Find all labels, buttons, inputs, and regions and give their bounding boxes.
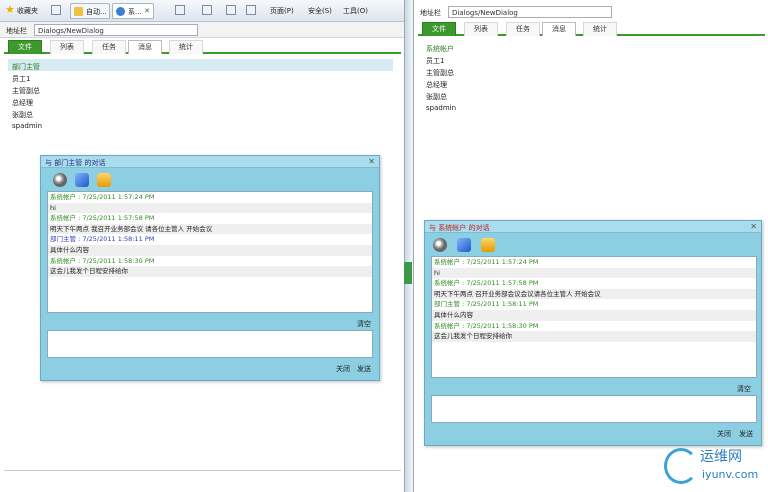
- site-watermark: 运维网 iyunv.com: [664, 446, 764, 488]
- ie-icon: [116, 7, 125, 16]
- close-button[interactable]: 关闭: [336, 364, 350, 374]
- send-button[interactable]: 发送: [739, 429, 753, 439]
- clear-button[interactable]: 清空: [357, 319, 371, 329]
- message-text: 这会儿我发个日程安排给你: [432, 331, 756, 342]
- app-tab-bar: 文件 列表 任务 消息 统计: [418, 20, 765, 36]
- dialog-title: 与 系统帐户 的对话: [429, 224, 490, 232]
- folder-icon[interactable]: [481, 238, 495, 252]
- contact-item[interactable]: 主管副总: [422, 65, 761, 77]
- chat-dialog: 与 系统帐户 的对话 ✕ 系统帐户 : 7/25/2011 1:57:24 PM…: [424, 220, 762, 446]
- address-label: 地址栏: [420, 9, 441, 17]
- contact-group-header[interactable]: 系统帐户: [422, 41, 761, 53]
- contact-item[interactable]: spadmin: [8, 119, 393, 131]
- message-history[interactable]: 系统帐户 : 7/25/2011 1:57:24 PM hi 系统帐户 : 7/…: [431, 256, 757, 378]
- message-text: 具体什么内容: [432, 309, 756, 321]
- contact-item[interactable]: 总经理: [8, 95, 393, 107]
- tab-messages[interactable]: 消息: [542, 22, 576, 36]
- divider-marker: [404, 262, 412, 284]
- watermark-cn: 运维网: [700, 449, 742, 465]
- browser-tab-label: 系...: [128, 8, 142, 16]
- left-browser-window: ★ 收藏夹 自动... 系... ✕ 页面(P) 安全(S) 工具(O) 地址栏…: [0, 0, 405, 492]
- send-button[interactable]: 发送: [357, 364, 371, 374]
- tab-tasks[interactable]: 任务: [506, 22, 540, 36]
- browser-tab-2[interactable]: 系... ✕: [112, 3, 154, 19]
- address-label: 地址栏: [6, 27, 27, 35]
- close-icon[interactable]: ✕: [368, 157, 375, 166]
- doc-icon: [74, 7, 83, 16]
- tab-file[interactable]: 文件: [422, 22, 456, 36]
- page-footer: [4, 470, 401, 490]
- message-sender: 部门主管 : 7/25/2011 1:58:11 PM: [434, 300, 539, 309]
- tab-tasks[interactable]: 任务: [92, 40, 126, 54]
- contact-item[interactable]: 张副总: [8, 107, 393, 119]
- contact-list: 部门主管 员工1 主管副总 总经理 张副总 spadmin: [8, 59, 393, 131]
- app-tab-bar: 文件 列表 任务 消息 统计: [4, 38, 401, 54]
- message-text: 明天下午两点 召开业务部会议会议请各位主管人 开始会议: [432, 288, 756, 300]
- contact-item[interactable]: 张副总: [422, 89, 761, 101]
- favorites-button[interactable]: 收藏夹: [17, 6, 38, 16]
- contact-item[interactable]: 主管副总: [8, 83, 393, 95]
- chat-dialog: 与 部门主管 的对话 ✕ 系统帐户 : 7/25/2011 1:57:24 PM…: [40, 155, 380, 381]
- camera-icon[interactable]: [433, 238, 447, 252]
- mail-icon[interactable]: [226, 5, 236, 15]
- settings-wrench-icon[interactable]: [75, 173, 89, 187]
- dialog-title-bar[interactable]: 与 系统帐户 的对话 ✕: [425, 221, 761, 233]
- tab-list[interactable]: 列表: [464, 22, 498, 36]
- favorites-star-icon[interactable]: ★: [5, 4, 15, 15]
- cloud-logo-icon: [664, 448, 698, 484]
- feed-icon[interactable]: [202, 5, 212, 15]
- address-bar: 地址栏 Dialogs/NewDialog: [414, 4, 768, 20]
- camera-icon[interactable]: [53, 173, 67, 187]
- contact-item[interactable]: spadmin: [422, 101, 761, 113]
- safety-menu[interactable]: 安全(S): [308, 6, 332, 16]
- browser-tab-1[interactable]: 自动...: [70, 3, 110, 19]
- home-icon[interactable]: [175, 5, 185, 15]
- folder-icon[interactable]: [97, 173, 111, 187]
- message-input[interactable]: [431, 395, 757, 423]
- address-input[interactable]: Dialogs/NewDialog: [448, 6, 612, 18]
- print-icon[interactable]: [246, 5, 256, 15]
- contact-group-header[interactable]: 部门主管: [8, 59, 393, 71]
- clear-button[interactable]: 清空: [737, 384, 751, 394]
- message-sender: 系统帐户 : 7/25/2011 1:57:58 PM: [50, 214, 155, 223]
- tab-messages[interactable]: 消息: [128, 40, 162, 54]
- message-sender: 系统帐户 : 7/25/2011 1:58:30 PM: [434, 321, 539, 330]
- dialog-title: 与 部门主管 的对话: [45, 159, 106, 167]
- close-button[interactable]: 关闭: [717, 429, 731, 439]
- dialog-title-bar[interactable]: 与 部门主管 的对话 ✕: [41, 156, 379, 168]
- message-text: 这会儿我发个日程安排给你: [48, 266, 372, 277]
- tools-menu[interactable]: 工具(O): [343, 6, 368, 16]
- address-bar: 地址栏 Dialogs/NewDialog: [0, 22, 404, 38]
- message-text: 具体什么内容: [48, 244, 372, 256]
- watermark-en: iyunv.com: [702, 468, 759, 481]
- tab-list-icon[interactable]: [51, 5, 61, 15]
- message-sender: 部门主管 : 7/25/2011 1:58:11 PM: [50, 235, 155, 244]
- message-text: hi: [432, 267, 756, 279]
- contact-item[interactable]: 员工1: [8, 71, 393, 83]
- message-text: hi: [48, 202, 372, 214]
- tab-file[interactable]: 文件: [8, 40, 42, 54]
- close-icon[interactable]: ✕: [144, 7, 150, 15]
- message-sender: 系统帐户 : 7/25/2011 1:57:24 PM: [50, 193, 155, 201]
- message-input[interactable]: [47, 330, 373, 358]
- close-icon[interactable]: ✕: [750, 222, 757, 231]
- tab-stats[interactable]: 统计: [583, 22, 617, 36]
- tab-list[interactable]: 列表: [50, 40, 84, 54]
- browser-toolbar: ★ 收藏夹 自动... 系... ✕ 页面(P) 安全(S) 工具(O): [0, 0, 404, 22]
- message-sender: 系统帐户 : 7/25/2011 1:57:58 PM: [434, 279, 539, 288]
- message-history[interactable]: 系统帐户 : 7/25/2011 1:57:24 PM hi 系统帐户 : 7/…: [47, 191, 373, 313]
- message-sender: 系统帐户 : 7/25/2011 1:57:24 PM: [434, 258, 539, 266]
- message-sender: 系统帐户 : 7/25/2011 1:58:30 PM: [50, 256, 155, 265]
- page-menu[interactable]: 页面(P): [270, 6, 294, 16]
- browser-tab-label: 自动...: [86, 8, 107, 16]
- contact-item[interactable]: 总经理: [422, 77, 761, 89]
- right-browser-window: 地址栏 Dialogs/NewDialog 文件 列表 任务 消息 统计 系统帐…: [413, 0, 768, 492]
- settings-wrench-icon[interactable]: [457, 238, 471, 252]
- address-input[interactable]: Dialogs/NewDialog: [34, 24, 198, 36]
- tab-stats[interactable]: 统计: [169, 40, 203, 54]
- message-text: 明天下午两点 我召开业务部会议 请各位主管人 开始会议: [48, 223, 372, 235]
- window-divider: [405, 0, 413, 492]
- contact-list: 系统帐户 员工1 主管副总 总经理 张副总 spadmin: [422, 41, 761, 113]
- contact-item[interactable]: 员工1: [422, 53, 761, 65]
